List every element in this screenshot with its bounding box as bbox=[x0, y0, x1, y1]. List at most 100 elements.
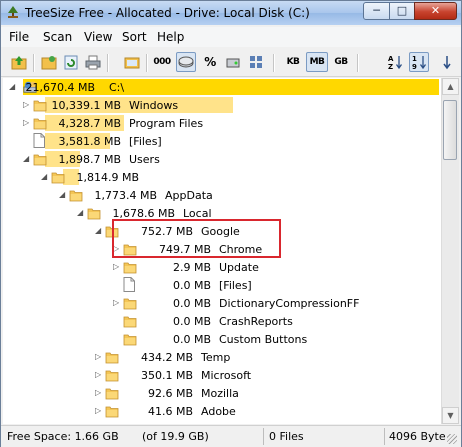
menu-help[interactable]: Help bbox=[157, 30, 184, 44]
tree-row[interactable]: ▷ 0.0 MB DictionaryCompressionFF bbox=[3, 294, 441, 312]
allocated-space-button[interactable] bbox=[223, 52, 243, 72]
folder-view-icon bbox=[124, 57, 140, 69]
maximize-button[interactable]: □ bbox=[389, 2, 415, 20]
size-view-button[interactable] bbox=[176, 52, 196, 72]
folder-name: C:\ bbox=[109, 81, 125, 94]
sort-direction-button[interactable] bbox=[437, 52, 457, 72]
size-label: 0.0 MB bbox=[172, 297, 211, 310]
toolbar-separator bbox=[33, 54, 35, 72]
sort-by-size-button[interactable]: 19 bbox=[409, 52, 429, 72]
grid-icon bbox=[250, 56, 262, 68]
select-directory-button[interactable] bbox=[39, 52, 59, 72]
folder-name: Google bbox=[201, 225, 240, 238]
sort-alpha-icon: AZ bbox=[388, 55, 403, 70]
tree-row[interactable]: ▷ 41.6 MB Adobe bbox=[3, 402, 441, 420]
tree-row[interactable]: ▷ 10,339.1 MB Windows bbox=[3, 96, 441, 114]
folder-name: Microsoft bbox=[201, 369, 252, 382]
size-label: 752.7 MB bbox=[140, 225, 193, 238]
svg-text:Z: Z bbox=[388, 63, 393, 70]
tree-row[interactable]: 3,581.8 MB [Files] bbox=[3, 132, 441, 150]
sort-by-name-button[interactable]: AZ bbox=[385, 52, 405, 72]
refresh-icon bbox=[64, 55, 78, 70]
folder-tree[interactable]: ◢ 21,670.4 MB C:\ ▷ 10,339.1 MB Windows ▷ 4,328… bbox=[3, 78, 441, 424]
unit-mb-label: MB bbox=[309, 57, 325, 67]
scroll-up-button[interactable]: ▲ bbox=[442, 78, 459, 95]
resize-grip[interactable] bbox=[447, 434, 457, 444]
tree-row-root[interactable]: ◢ 21,670.4 MB C:\ bbox=[3, 78, 441, 96]
folder-name: AppData bbox=[165, 189, 213, 202]
up-folder-button[interactable] bbox=[9, 52, 29, 72]
byte-size-text: 4096 Byte bbox=[389, 430, 446, 443]
folder-name: [Files] bbox=[219, 279, 252, 292]
printer-icon bbox=[85, 55, 101, 70]
tree-row[interactable]: 0.0 MB Custom Buttons bbox=[3, 330, 441, 348]
close-button[interactable]: ✕ bbox=[414, 2, 457, 20]
menu-scan[interactable]: Scan bbox=[43, 30, 72, 44]
percent-label: % bbox=[204, 55, 216, 69]
digits-button[interactable]: 000 bbox=[152, 52, 172, 72]
folder-name: CrashReports bbox=[219, 315, 293, 328]
folder-name: [Files] bbox=[129, 135, 162, 148]
tree-row[interactable]: ◢ 752.7 MB Google bbox=[3, 222, 441, 240]
size-label: 350.1 MB bbox=[140, 369, 193, 382]
print-button[interactable] bbox=[83, 52, 103, 72]
folder-name: Update bbox=[219, 261, 259, 274]
unit-mb-button[interactable]: MB bbox=[306, 52, 328, 72]
folder-name: Mozilla bbox=[201, 387, 239, 400]
toolbar-separator bbox=[146, 54, 148, 72]
tree-row[interactable]: ▷ 2.9 MB Update bbox=[3, 258, 441, 276]
unit-gb-button[interactable]: GB bbox=[330, 52, 352, 72]
tree-row[interactable]: ◢ 1,814.9 MB bbox=[3, 168, 441, 186]
explorer-button[interactable] bbox=[122, 52, 142, 72]
app-window: TreeSize Free - Allocated - Drive: Local… bbox=[0, 0, 462, 447]
folder-name: Adobe bbox=[201, 405, 236, 418]
tree-row[interactable]: ▷ 350.1 MB Microsoft bbox=[3, 366, 441, 384]
treesize-app-icon bbox=[8, 6, 18, 18]
folder-name: Users bbox=[129, 153, 160, 166]
refresh-button[interactable] bbox=[61, 52, 81, 72]
unit-gb-label: GB bbox=[334, 57, 348, 67]
size-label: 1,898.7 MB bbox=[58, 153, 121, 166]
menu-view[interactable]: View bbox=[84, 30, 112, 44]
tree-row[interactable]: 0.0 MB CrashReports bbox=[3, 312, 441, 330]
title-bar[interactable]: TreeSize Free - Allocated - Drive: Local… bbox=[1, 1, 461, 25]
tree-row[interactable]: ▷ 4,328.7 MB Program Files bbox=[3, 114, 441, 132]
status-bar: Free Space: 1.66 GB (of 19.9 GB) 0 Files… bbox=[1, 425, 461, 447]
size-label: 0.0 MB bbox=[172, 333, 211, 346]
size-label: 434.2 MB bbox=[140, 351, 193, 364]
folder-name: Local bbox=[183, 207, 212, 220]
arrow-down-icon bbox=[443, 56, 451, 70]
folder-name: Custom Buttons bbox=[219, 333, 308, 346]
tree-row[interactable]: ▷ 749.7 MB Chrome bbox=[3, 240, 441, 258]
minimize-button[interactable]: ─ bbox=[363, 2, 390, 20]
unit-kb-button[interactable]: KB bbox=[282, 52, 304, 72]
status-divider bbox=[263, 428, 264, 445]
free-space-text: Free Space: 1.66 GB bbox=[7, 430, 119, 443]
vertical-scrollbar[interactable]: ▲ ▼ bbox=[441, 78, 459, 424]
up-folder-icon bbox=[11, 56, 27, 70]
percent-button[interactable]: % bbox=[200, 52, 220, 72]
size-label: 3,581.8 MB bbox=[58, 135, 121, 148]
tree-row[interactable]: ▷ 92.6 MB Mozilla bbox=[3, 384, 441, 402]
window-title: TreeSize Free - Allocated - Drive: Local… bbox=[25, 6, 310, 20]
scroll-down-button[interactable]: ▼ bbox=[442, 407, 459, 424]
status-divider bbox=[384, 428, 385, 445]
file-count-button[interactable] bbox=[246, 52, 266, 72]
toolbar: 000 % KB MB GB AZ 19 bbox=[1, 48, 461, 77]
svg-text:1: 1 bbox=[412, 55, 417, 63]
size-label: 1,814.9 MB bbox=[76, 171, 139, 184]
tree-row[interactable]: ◢ 1,898.7 MB Users bbox=[3, 150, 441, 168]
size-label: 1,773.4 MB bbox=[94, 189, 157, 202]
tree-row[interactable]: ◢ 1,773.4 MB AppData bbox=[3, 186, 441, 204]
menu-file[interactable]: File bbox=[9, 30, 29, 44]
scroll-thumb[interactable] bbox=[443, 100, 457, 160]
toolbar-separator bbox=[357, 54, 359, 72]
menu-sort[interactable]: Sort bbox=[122, 30, 147, 44]
tree-row[interactable]: ◢ 1,678.6 MB Local bbox=[3, 204, 441, 222]
total-space-text: (of 19.9 GB) bbox=[142, 430, 209, 443]
tree-row[interactable]: 0.0 MB [Files] bbox=[3, 276, 441, 294]
folder-name: DictionaryCompressionFF bbox=[219, 297, 360, 310]
unit-kb-label: KB bbox=[286, 57, 300, 67]
tree-row[interactable]: ▷ 434.2 MB Temp bbox=[3, 348, 441, 366]
size-label: 0.0 MB bbox=[172, 279, 211, 292]
